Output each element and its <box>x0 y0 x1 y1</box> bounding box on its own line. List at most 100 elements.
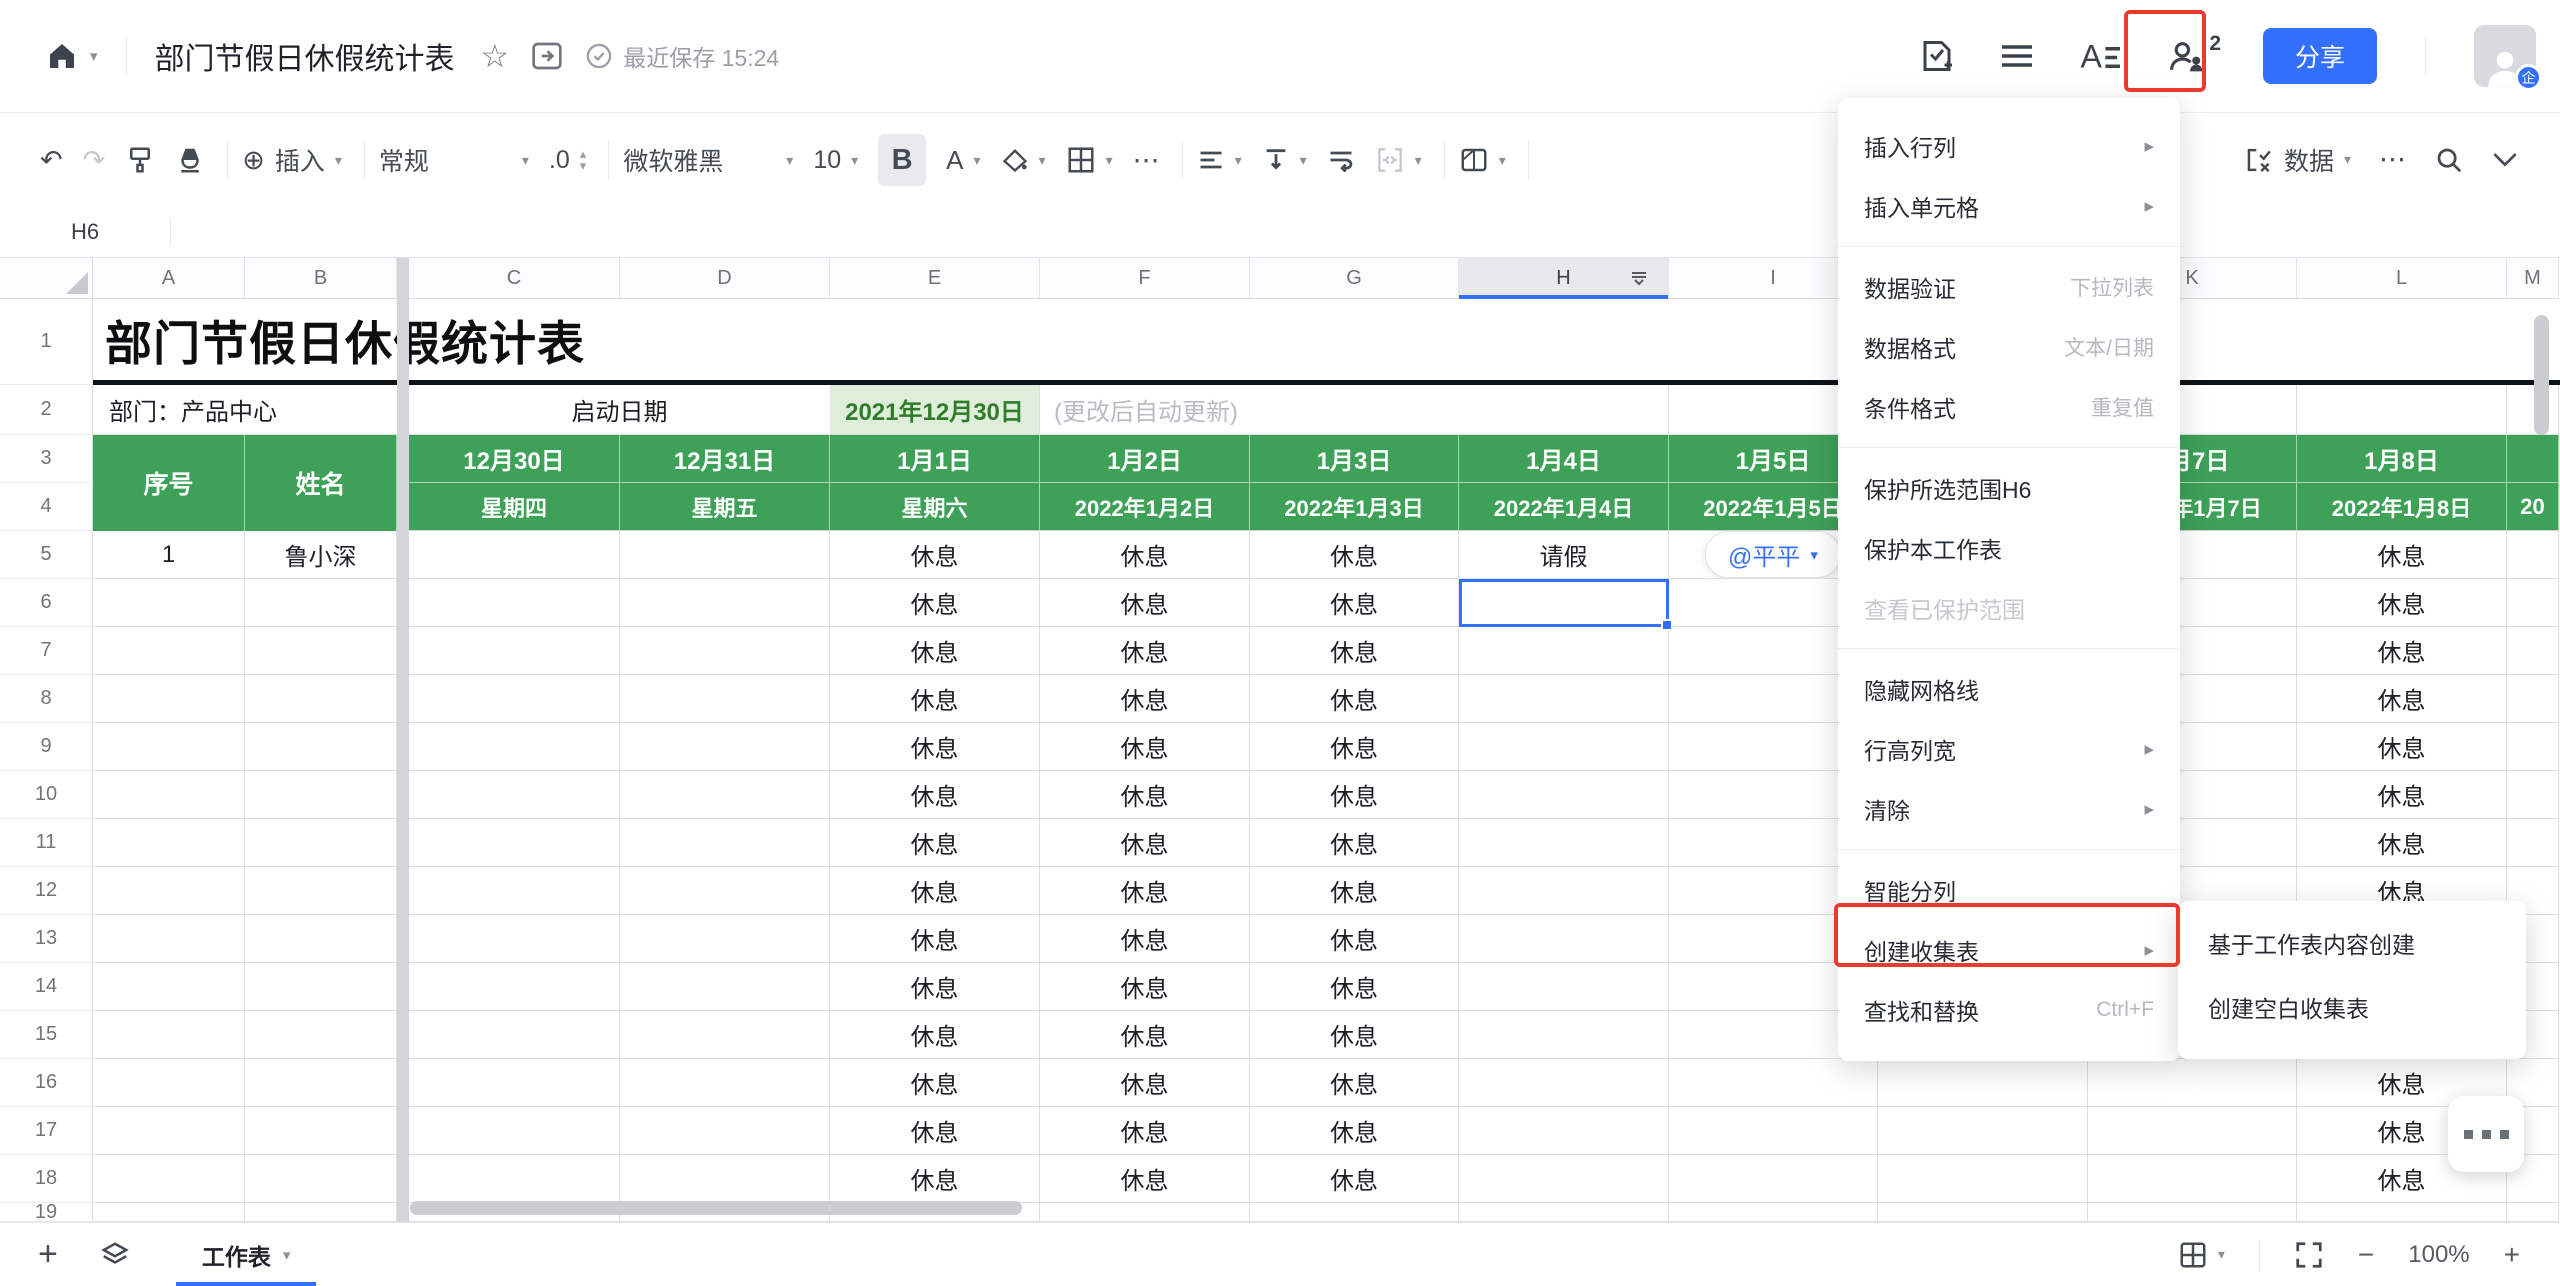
cell[interactable]: 休息 <box>1250 1107 1459 1155</box>
cell[interactable] <box>1669 1059 1878 1107</box>
cell[interactable] <box>1459 723 1669 771</box>
cell-name[interactable] <box>245 1155 397 1203</box>
row-header-11[interactable]: 11 <box>0 819 93 867</box>
font-family-select[interactable]: 微软雅黑 ▾ <box>623 134 793 186</box>
submenu-item-基于工作表内容创建[interactable]: 基于工作表内容创建 <box>2178 911 2526 975</box>
row-header-10[interactable]: 10 <box>0 771 93 819</box>
cell-name[interactable]: 鲁小深 <box>245 531 397 579</box>
menu-item-智能分列[interactable]: 智能分列 <box>1838 860 2180 920</box>
cell[interactable]: 休息 <box>830 867 1040 915</box>
cell-dept[interactable]: 部门：产品中心 <box>93 385 397 435</box>
zoom-level[interactable]: 100% <box>2408 1241 2469 1269</box>
cell[interactable]: 休息 <box>1250 627 1459 675</box>
cell-date-header[interactable]: 2022年1月4日 <box>1459 483 1669 531</box>
cell[interactable] <box>1459 819 1669 867</box>
vertical-scrollbar-thumb[interactable] <box>2534 315 2549 435</box>
cell[interactable] <box>1459 675 1669 723</box>
merge-cells-button[interactable]: ▾ <box>1375 134 1422 186</box>
cell-date-header[interactable]: 2022年1月8日 <box>2297 483 2507 531</box>
cell[interactable]: 休息 <box>1040 1059 1250 1107</box>
cell[interactable]: 休息 <box>2297 675 2507 723</box>
fill-handle[interactable] <box>1661 619 1673 631</box>
cell[interactable] <box>620 627 830 675</box>
menu-item-条件格式[interactable]: 条件格式 重复值 <box>1838 377 2180 437</box>
cell[interactable] <box>620 1011 830 1059</box>
cell[interactable] <box>1459 1203 1669 1222</box>
cell[interactable] <box>620 579 830 627</box>
cell-serial[interactable] <box>93 771 245 819</box>
row-header-4[interactable]: 4 <box>0 483 93 531</box>
cell[interactable] <box>2088 1203 2297 1222</box>
cell[interactable]: 休息 <box>830 915 1040 963</box>
cell[interactable] <box>2297 1203 2507 1222</box>
cell[interactable] <box>409 963 620 1011</box>
menu-item-创建收集表[interactable]: 创建收集表 ▸ <box>1838 920 2180 980</box>
cell[interactable]: 休息 <box>830 963 1040 1011</box>
cell-name[interactable] <box>245 915 397 963</box>
cell[interactable]: 休息 <box>1040 627 1250 675</box>
cell-name[interactable] <box>245 675 397 723</box>
cell[interactable] <box>2507 385 2559 435</box>
star-icon[interactable]: ☆ <box>481 37 510 75</box>
cell[interactable]: 休息 <box>830 1059 1040 1107</box>
cell-name[interactable] <box>245 579 397 627</box>
cell-serial[interactable]: 1 <box>93 531 245 579</box>
cell[interactable] <box>1878 1155 2088 1203</box>
create-form-icon[interactable] <box>1919 38 1955 74</box>
cell[interactable] <box>1878 1107 2088 1155</box>
cell[interactable]: 休息 <box>2297 723 2507 771</box>
cell[interactable]: 休息 <box>1250 1059 1459 1107</box>
cell[interactable] <box>1459 1155 1669 1203</box>
cell-name[interactable] <box>245 723 397 771</box>
sheet-list-button[interactable] <box>100 1240 130 1270</box>
cell[interactable]: 休息 <box>1040 819 1250 867</box>
cell[interactable] <box>2507 579 2559 627</box>
cell[interactable] <box>620 531 830 579</box>
cell[interactable]: 休息 <box>830 1011 1040 1059</box>
share-button[interactable]: 分享 <box>2263 28 2377 84</box>
cell[interactable] <box>620 915 830 963</box>
cell[interactable] <box>2088 1107 2297 1155</box>
menu-item-隐藏网格线[interactable]: 隐藏网格线 <box>1838 659 2180 719</box>
format-painter-button[interactable] <box>125 134 155 186</box>
menu-item-保护所选范围H6[interactable]: 保护所选范围H6 <box>1838 458 2180 518</box>
font-size-select[interactable]: 10 ▾ <box>813 134 858 186</box>
cell-date-header[interactable]: 星期五 <box>620 483 830 531</box>
add-sheet-button[interactable]: + <box>38 1235 58 1274</box>
row-header-1[interactable]: 1 <box>0 299 93 385</box>
column-header-G[interactable]: G <box>1250 258 1459 299</box>
cell[interactable]: 休息 <box>2297 627 2507 675</box>
cell[interactable]: 休息 <box>1250 531 1459 579</box>
column-header-A[interactable]: A <box>93 258 245 299</box>
cell[interactable] <box>1459 963 1669 1011</box>
row-header-14[interactable]: 14 <box>0 963 93 1011</box>
row-header-18[interactable]: 18 <box>0 1155 93 1203</box>
cell[interactable]: 休息 <box>830 723 1040 771</box>
cell[interactable]: 休息 <box>1040 867 1250 915</box>
cell[interactable]: 休息 <box>1040 531 1250 579</box>
menu-item-查找和替换[interactable]: 查找和替换 Ctrl+F <box>1838 980 2180 1040</box>
cell[interactable] <box>409 627 620 675</box>
cell[interactable] <box>1669 1203 1878 1222</box>
insert-image-button[interactable]: ▾ <box>1459 134 1506 186</box>
cell[interactable] <box>620 723 830 771</box>
cell[interactable] <box>1459 771 1669 819</box>
row-header-8[interactable]: 8 <box>0 675 93 723</box>
row-header-3[interactable]: 3 <box>0 435 93 483</box>
cell[interactable] <box>2297 385 2507 435</box>
cell[interactable] <box>1459 627 1669 675</box>
cell[interactable] <box>409 1011 620 1059</box>
cell[interactable]: 休息 <box>830 627 1040 675</box>
cell[interactable] <box>620 1155 830 1203</box>
cell[interactable] <box>409 819 620 867</box>
more-format-button[interactable]: ⋯ <box>1133 134 1160 186</box>
cell-serial[interactable] <box>93 1155 245 1203</box>
cell[interactable] <box>2507 771 2559 819</box>
cell[interactable]: 休息 <box>1250 1155 1459 1203</box>
cell[interactable] <box>409 675 620 723</box>
mention-dropdown[interactable]: @平平 ▾ <box>1705 531 1841 578</box>
cell[interactable]: 休息 <box>1040 963 1250 1011</box>
cell[interactable] <box>1459 1107 1669 1155</box>
cell[interactable]: 休息 <box>830 1107 1040 1155</box>
cell-name[interactable] <box>245 1011 397 1059</box>
